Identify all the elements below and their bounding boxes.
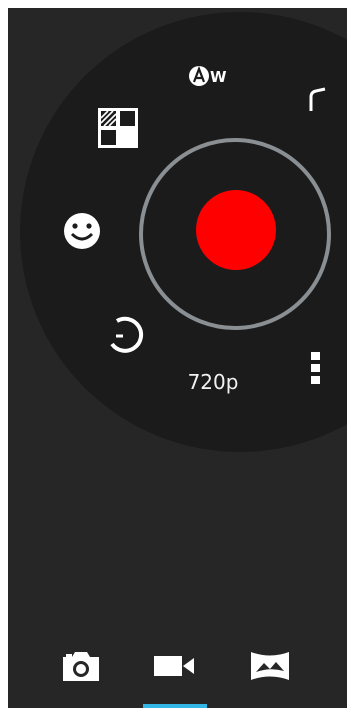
timer-icon[interactable]	[104, 314, 144, 354]
white-balance-icon[interactable]: W	[188, 63, 238, 89]
resolution-label[interactable]: 720p	[178, 370, 248, 394]
record-button[interactable]	[196, 190, 276, 270]
video-camera-icon	[154, 656, 194, 676]
awb-label: W	[210, 68, 227, 86]
active-tab-indicator	[143, 704, 207, 708]
corner-icon[interactable]	[306, 86, 330, 114]
video-camera-tab[interactable]	[152, 650, 198, 682]
overflow-menu-icon[interactable]	[308, 350, 324, 386]
face-detection-icon[interactable]	[62, 211, 102, 251]
camera-screen: W 720p	[8, 8, 347, 708]
camera-icon	[63, 652, 99, 681]
mode-tab-bar	[8, 638, 347, 708]
panorama-tab[interactable]	[248, 648, 292, 684]
photo-camera-tab[interactable]	[60, 648, 102, 684]
exposure-icon[interactable]	[96, 106, 140, 150]
panorama-icon	[251, 652, 289, 680]
